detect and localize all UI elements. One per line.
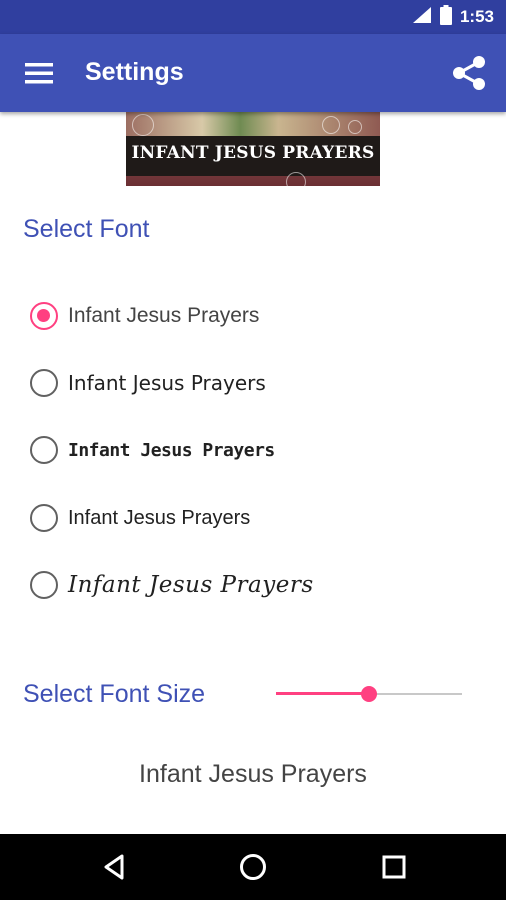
- banner-caption: INFANT JESUS PRAYERS: [131, 143, 375, 163]
- banner-artwork: [126, 112, 380, 136]
- slider-fill: [276, 692, 369, 695]
- radio-button[interactable]: [30, 436, 58, 464]
- font-option-label: Infant Jesus Prayers: [68, 439, 275, 461]
- status-icons: 1:53: [412, 0, 494, 34]
- bubble-decoration: [286, 172, 306, 186]
- radio-button[interactable]: [30, 571, 58, 599]
- select-font-size-title: Select Font Size: [23, 680, 206, 708]
- status-bar: 1:53: [0, 0, 506, 34]
- bubble-decoration: [322, 116, 340, 134]
- page-title: Settings: [85, 58, 184, 86]
- bubble-decoration: [348, 120, 362, 134]
- signal-icon: [412, 6, 432, 28]
- radio-button[interactable]: [30, 369, 58, 397]
- font-option-label: Infant Jesus Prayers: [68, 506, 251, 529]
- app-bar: Settings: [0, 34, 506, 112]
- back-icon[interactable]: [94, 847, 134, 887]
- font-option-label: Infant Jesus Prayers: [68, 304, 260, 327]
- radio-button[interactable]: [30, 504, 58, 532]
- battery-icon: [439, 5, 452, 29]
- font-option-label: Infant Jesus Prayers: [68, 371, 266, 395]
- recents-icon[interactable]: [374, 847, 414, 887]
- select-font-title: Select Font: [23, 215, 150, 243]
- font-option-4[interactable]: Infant Jesus Prayers: [30, 498, 250, 538]
- font-option-3[interactable]: Infant Jesus Prayers: [30, 430, 275, 470]
- slider-thumb[interactable]: [361, 686, 377, 702]
- home-icon[interactable]: [233, 847, 273, 887]
- bubble-decoration: [132, 114, 154, 136]
- navigation-bar: [0, 834, 506, 900]
- share-icon[interactable]: [450, 54, 488, 92]
- font-size-slider[interactable]: [276, 683, 462, 705]
- radio-button-selected[interactable]: [30, 302, 58, 330]
- font-option-label: Infant Jesus Prayers: [68, 572, 314, 598]
- menu-icon[interactable]: [20, 54, 58, 92]
- status-time: 1:53: [459, 7, 494, 26]
- font-preview-text: Infant Jesus Prayers: [139, 760, 367, 788]
- font-option-1[interactable]: Infant Jesus Prayers: [30, 296, 259, 336]
- banner-image: INFANT JESUS PRAYERS: [126, 112, 380, 186]
- font-option-5[interactable]: Infant Jesus Prayers: [30, 565, 314, 605]
- font-option-2[interactable]: Infant Jesus Prayers: [30, 363, 266, 403]
